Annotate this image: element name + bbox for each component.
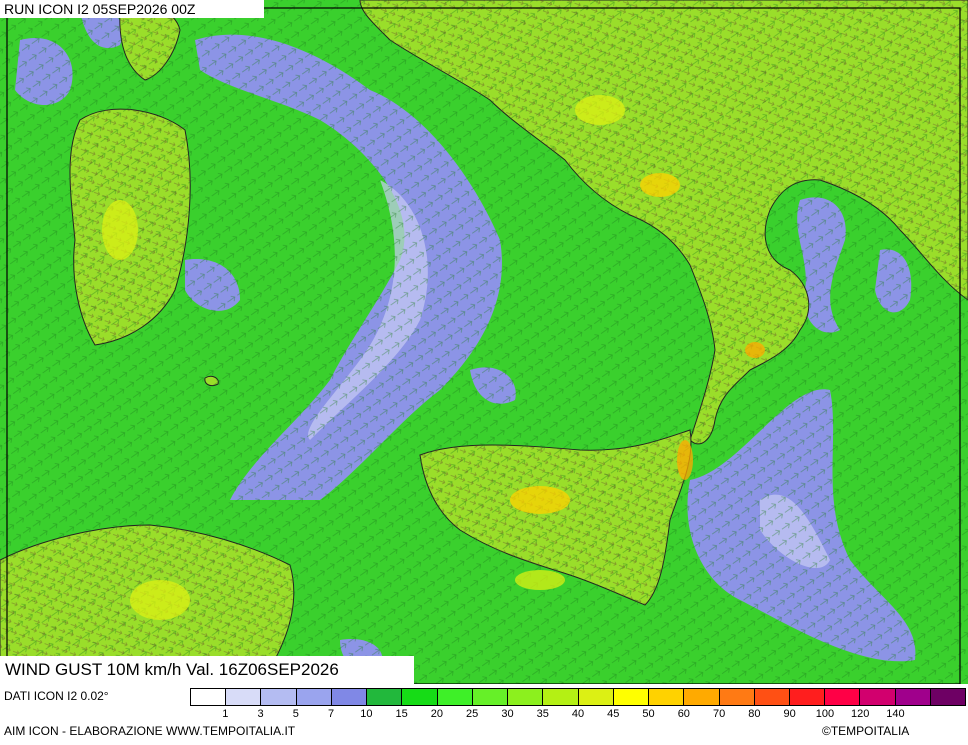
legend-swatch [191, 689, 227, 705]
legend-tick-label: 10 [360, 708, 373, 720]
legend-swatch [860, 689, 896, 705]
legend-swatch [296, 689, 332, 705]
legend-swatch [684, 689, 720, 705]
legend-swatch [402, 689, 438, 705]
variable-title: WIND GUST 10M km/h Val. 16Z06SEP2026 [0, 656, 414, 684]
legend-swatch [261, 689, 297, 705]
legend-tick-label: 30 [501, 708, 514, 720]
legend-tick-label: 35 [536, 708, 549, 720]
legend-tick-label: 80 [748, 708, 761, 720]
legend-tick-label: 70 [712, 708, 726, 720]
legend-swatch [649, 689, 685, 705]
legend-labels: 1 3 5 7 10 15 20 25 30 35 40 45 50 60 70 80 90 100 120 140 [190, 708, 966, 724]
legend-swatch [437, 689, 473, 705]
legend-tick-label: 45 [607, 708, 620, 720]
legend-swatch [508, 689, 544, 705]
legend-tick-label: 120 [850, 708, 870, 720]
legend-swatch [789, 689, 826, 705]
legend-swatch [825, 689, 861, 705]
legend-tick-label: 5 [292, 708, 299, 720]
legend-tick-label: 140 [886, 708, 905, 720]
legend-tick-label: 40 [571, 708, 585, 720]
legend-swatch [719, 689, 755, 705]
color-legend [190, 688, 966, 706]
run-title: RUN ICON I2 05SEP2026 00Z [0, 0, 264, 18]
legend-swatch [331, 689, 368, 705]
credits-label: AIM ICON - ELABORAZIONE WWW.TEMPOITALIA.… [4, 724, 296, 738]
legend-tick-label: 7 [328, 708, 335, 720]
legend-tick-label: 20 [430, 708, 444, 720]
legend-swatch [930, 689, 966, 705]
legend-tick-label: 3 [257, 708, 264, 720]
data-source-label: DATI ICON I2 0.02° [4, 689, 109, 703]
legend-swatch [367, 689, 403, 705]
legend-tick-label: 25 [466, 708, 479, 720]
legend-swatch [613, 689, 650, 705]
legend-swatch [578, 689, 614, 705]
legend-tick-label: 60 [677, 708, 690, 720]
legend-swatch [543, 689, 579, 705]
legend-swatch [226, 689, 262, 705]
legend-tick-label: 1 [222, 708, 229, 720]
copyright-label: ©TEMPOITALIA [822, 724, 910, 738]
legend-tick-label: 15 [395, 708, 408, 720]
legend-tick-label: 50 [642, 708, 655, 720]
legend-swatch [754, 689, 790, 705]
wind-gust-map [0, 0, 968, 684]
legend-tick-label: 100 [815, 708, 835, 720]
legend-tick-label: 90 [783, 708, 796, 720]
legend-swatch [472, 689, 509, 705]
legend-swatch [895, 689, 931, 705]
